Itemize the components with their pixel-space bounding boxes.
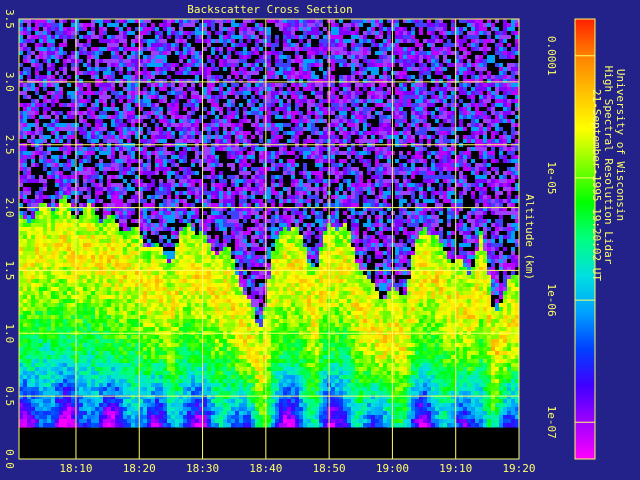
y-tick-label: 2.0 [3, 198, 16, 218]
chart-title: Backscatter Cross Section [187, 3, 353, 16]
x-tick-label: 18:20 [123, 462, 156, 475]
backscatter-heatmap [19, 19, 519, 459]
y-tick-label: 0.5 [3, 386, 16, 406]
x-tick-label: 18:40 [249, 462, 282, 475]
x-tick-label: 18:30 [186, 462, 219, 475]
x-tick-label: 19:20 [502, 462, 535, 475]
colorbar-tick-label: 1e-05 [545, 161, 558, 194]
colorbar-tick-label: 0.0001 [545, 36, 558, 76]
colorbar-tick-label: 1e-07 [545, 406, 558, 439]
y-tick-label: 1.5 [3, 260, 16, 280]
y-tick-label: 0.0 [3, 449, 16, 469]
y-tick-label: 2.5 [3, 135, 16, 155]
x-tick-label: 18:50 [313, 462, 346, 475]
y-axis-label: Altitude (km) [523, 194, 536, 280]
x-tick-label: 19:00 [376, 462, 409, 475]
x-tick-label: 19:10 [439, 462, 472, 475]
plot-area [18, 18, 520, 460]
y-tick-label: 1.0 [3, 323, 16, 343]
y-tick-label: 3.5 [3, 9, 16, 29]
x-tick-label: 18:10 [59, 462, 92, 475]
y-tick-label: 3.0 [3, 72, 16, 92]
colorbar-tick-label: 1e-06 [545, 284, 558, 317]
lidar-figure: Backscatter Cross Section 0.0 0.5 1.0 1.5 2.… [0, 0, 640, 480]
no-data-band [19, 427, 519, 459]
caption-line-3: 21-September-1995 19:20:02 UT [590, 89, 603, 281]
